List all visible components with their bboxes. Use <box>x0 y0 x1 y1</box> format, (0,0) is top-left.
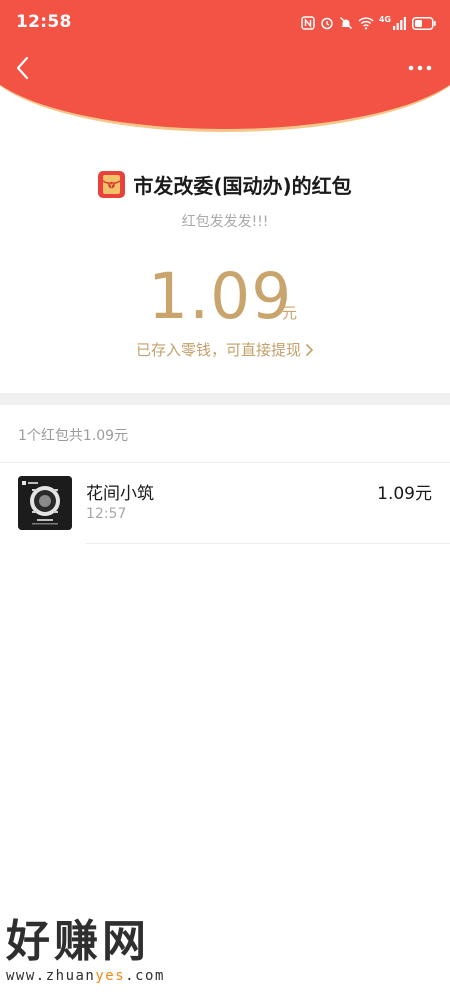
watermark-url: www.zhuanyes.com <box>6 968 165 984</box>
record-time: 12:57 <box>86 506 127 522</box>
cellular-signal-icon <box>393 16 407 30</box>
watermark-url-prefix: www.zhuan <box>6 968 96 984</box>
records-summary: 1个红包共1.09元 <box>18 428 129 444</box>
red-packet-header: 12:58 4G <box>0 0 450 135</box>
record-name: 花间小筑 <box>86 484 154 504</box>
greeting-text: 红包发发发!!! <box>181 214 269 230</box>
watermark-logo-text: 好赚网 <box>6 916 150 967</box>
chevron-right-icon <box>305 343 314 356</box>
status-bar: 12:58 4G <box>0 0 450 46</box>
red-packet-icon <box>98 171 126 198</box>
sender-title: 市发改委(国动办)的红包 <box>133 174 352 198</box>
back-button[interactable] <box>6 52 38 84</box>
divider-line <box>86 543 450 544</box>
avatar <box>18 476 72 530</box>
watermark-url-suffix: .com <box>125 968 165 984</box>
withdraw-link[interactable]: 已存入零钱，可直接提现 <box>0 339 450 360</box>
list-item[interactable]: 花间小筑 12:57 1.09元 <box>0 463 450 544</box>
alarm-icon <box>320 16 334 30</box>
deposit-note: 已存入零钱，可直接提现 <box>135 341 301 359</box>
site-watermark: 好赚网 www.zhuanyes.com <box>6 917 206 987</box>
more-dots-icon <box>408 65 432 71</box>
amount-value: 1.09 <box>148 260 293 333</box>
wifi-icon <box>358 16 374 30</box>
watermark-url-highlight: yes <box>95 968 126 984</box>
amount-unit: 元 <box>282 304 298 322</box>
chevron-left-icon <box>16 56 29 80</box>
mute-icon <box>339 16 353 30</box>
status-icons: 4G <box>301 14 436 32</box>
more-button[interactable] <box>404 56 436 80</box>
record-amount: 1.09元 <box>377 484 432 504</box>
status-time: 12:58 <box>16 12 72 32</box>
battery-icon <box>412 16 436 30</box>
section-divider <box>0 393 450 405</box>
sender-row: 市发改委(国动办)的红包 <box>0 170 450 199</box>
network-type: 4G <box>378 14 391 24</box>
nfc-icon <box>301 16 315 30</box>
amount-display: 1.09 元 <box>0 258 450 338</box>
